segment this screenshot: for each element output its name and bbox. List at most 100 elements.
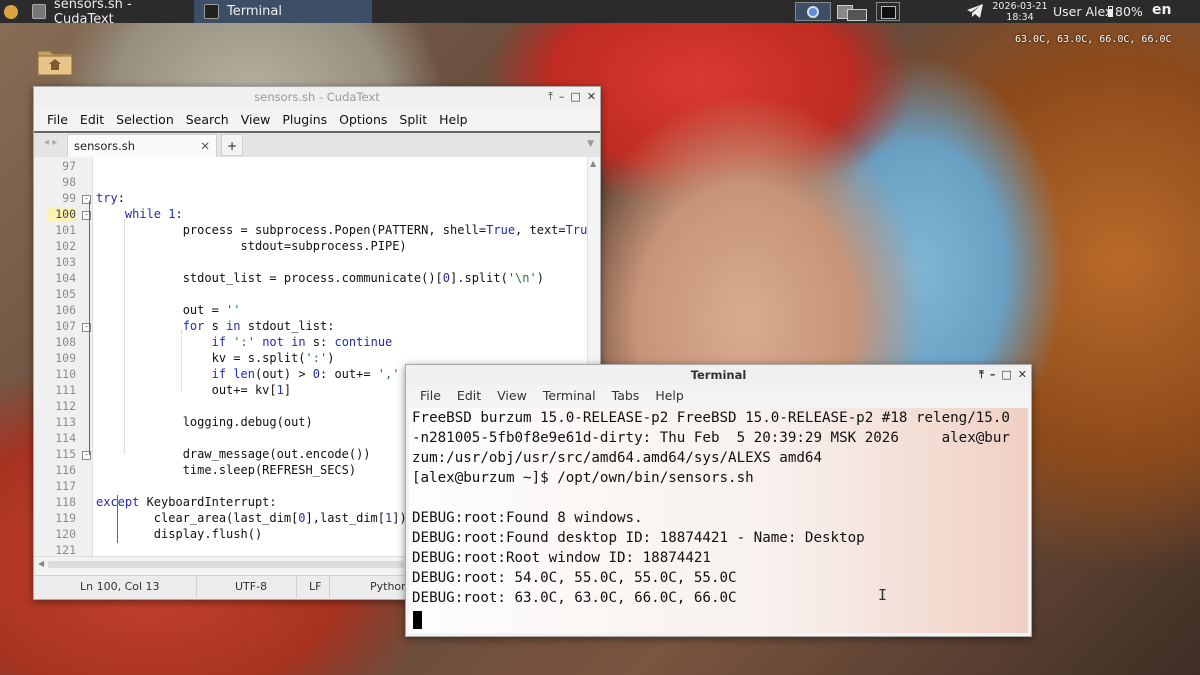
user-menu[interactable]: User Alex bbox=[1053, 4, 1112, 19]
line-number: 104 bbox=[55, 271, 76, 285]
home-folder-icon[interactable] bbox=[36, 45, 74, 77]
line-number: 113 bbox=[55, 415, 76, 429]
status-lexer[interactable]: Python bbox=[370, 576, 408, 598]
menu-help[interactable]: Help bbox=[647, 388, 692, 403]
cudatext-app-icon bbox=[32, 4, 46, 19]
menu-terminal[interactable]: Terminal bbox=[535, 388, 604, 403]
code-line: out+= kv[1] bbox=[96, 383, 292, 397]
menu-selection[interactable]: Selection bbox=[110, 112, 180, 127]
terminal-line: DEBUG:root: 63.0C, 63.0C, 66.0C, 66.0C bbox=[412, 590, 737, 606]
menu-edit[interactable]: Edit bbox=[449, 388, 489, 403]
telegram-icon[interactable] bbox=[966, 3, 984, 22]
taskbar-app-terminal[interactable]: Terminal bbox=[194, 0, 372, 23]
terminal-line: DEBUG:root:Found desktop ID: 18874421 - … bbox=[412, 530, 865, 546]
text-cursor-icon: I bbox=[878, 586, 888, 604]
line-number: 97 bbox=[62, 159, 76, 173]
line-number: 115 bbox=[55, 447, 76, 461]
tab-menu-chevron-icon[interactable]: ▼ bbox=[587, 139, 594, 149]
menu-view[interactable]: View bbox=[489, 388, 535, 403]
start-menu-button[interactable] bbox=[0, 0, 22, 23]
status-line-ending[interactable]: LF bbox=[309, 576, 321, 598]
cudatext-titlebar[interactable]: sensors.sh - CudaText ⤒ – □ ✕ bbox=[34, 87, 600, 107]
close-icon[interactable]: ✕ bbox=[1018, 365, 1027, 385]
tab-scroll-arrows-icon[interactable]: ◂ ▸ bbox=[44, 137, 57, 148]
line-number: 119 bbox=[55, 511, 76, 525]
line-number: 108 bbox=[55, 335, 76, 349]
taskbar: sensors.sh - CudaText Terminal 2026-03-2… bbox=[0, 0, 1200, 27]
battery-icon bbox=[1108, 6, 1113, 17]
menu-help[interactable]: Help bbox=[433, 112, 474, 127]
status-encoding[interactable]: UTF-8 bbox=[235, 576, 267, 598]
shade-icon[interactable]: ⤒ bbox=[979, 365, 984, 385]
line-number: 117 bbox=[55, 479, 76, 493]
code-line: if len(out) > 0: out+= ',' bbox=[211, 367, 400, 381]
line-number: 118 bbox=[55, 495, 76, 509]
code-line: display.flush() bbox=[96, 527, 263, 541]
close-icon[interactable]: ✕ bbox=[587, 87, 596, 107]
taskbar-app-label: sensors.sh - CudaText bbox=[53, 0, 132, 27]
clock-time: 18:34 bbox=[1006, 12, 1034, 23]
minimize-icon[interactable]: – bbox=[990, 365, 996, 385]
code-line: process = subprocess.Popen(PATTERN, shel… bbox=[96, 223, 600, 237]
tab-close-icon[interactable]: ✕ bbox=[200, 135, 210, 157]
line-number: 120 bbox=[55, 527, 76, 541]
new-tab-button[interactable]: + bbox=[221, 134, 243, 156]
menu-split[interactable]: Split bbox=[393, 112, 433, 127]
line-number: 112 bbox=[55, 399, 76, 413]
line-number: 103 bbox=[55, 255, 76, 269]
menu-options[interactable]: Options bbox=[333, 112, 393, 127]
line-number: 109 bbox=[55, 351, 76, 365]
terminal-prompt-line: [alex@burzum ~]$ /opt/own/bin/sensors.sh bbox=[412, 470, 754, 486]
menu-plugins[interactable]: Plugins bbox=[276, 112, 333, 127]
scroll-left-icon[interactable]: ◀ bbox=[38, 559, 44, 568]
code-line: for s in stdout_list: bbox=[182, 319, 335, 333]
status-position[interactable]: Ln 100, Col 13 bbox=[80, 576, 160, 598]
menu-search[interactable]: Search bbox=[180, 112, 235, 127]
code-line: out = '' bbox=[96, 303, 241, 317]
line-number: 105 bbox=[55, 287, 76, 301]
battery-indicator[interactable]: 80% bbox=[1108, 4, 1143, 19]
terminal-window: Terminal ⤒ – □ ✕ File Edit View Terminal… bbox=[405, 364, 1032, 637]
clock[interactable]: 2026-03-21 18:34 bbox=[989, 1, 1051, 23]
keyboard-layout[interactable]: en bbox=[1152, 2, 1171, 18]
workspace-pager[interactable] bbox=[835, 2, 871, 21]
taskbar-app-cudatext[interactable]: sensors.sh - CudaText bbox=[22, 0, 194, 27]
tab-label: sensors.sh bbox=[74, 139, 136, 153]
terminal-line: -n281005-5fb0f8e9e61d-dirty: Thu Feb 5 2… bbox=[412, 430, 1010, 446]
terminal-line: zum:/usr/obj/usr/src/amd64.amd64/sys/ALE… bbox=[412, 450, 822, 466]
maximize-icon[interactable]: □ bbox=[570, 87, 580, 107]
terminal-cursor bbox=[413, 611, 422, 629]
start-menu-icon bbox=[4, 4, 18, 19]
code-line: logging.debug(out) bbox=[96, 415, 313, 429]
chromium-icon bbox=[807, 6, 819, 18]
line-number: 116 bbox=[55, 463, 76, 477]
temperature-overlay: 63.0C, 63.0C, 66.0C, 66.0C bbox=[1015, 34, 1172, 45]
terminal-tray-icon bbox=[881, 6, 896, 19]
line-number: 99 bbox=[62, 191, 76, 205]
minimize-icon[interactable]: – bbox=[559, 87, 565, 107]
code-line: clear_area(last_dim[0],last_dim[1]) bbox=[96, 511, 407, 525]
cudatext-menubar: File Edit Selection Search View Plugins … bbox=[34, 107, 600, 133]
line-number: 110 bbox=[55, 367, 76, 381]
code-line: if ':' not in s: continue bbox=[211, 335, 393, 349]
code-line: time.sleep(REFRESH_SECS) bbox=[96, 463, 357, 477]
window-title: sensors.sh - CudaText bbox=[254, 90, 380, 104]
terminal-tray-button[interactable] bbox=[876, 2, 900, 21]
horizontal-scroll-thumb[interactable] bbox=[48, 561, 404, 568]
menu-file[interactable]: File bbox=[41, 112, 74, 127]
tab-bar: ◂ ▸ sensors.sh ✕ + ▼ bbox=[34, 133, 600, 158]
menu-tabs[interactable]: Tabs bbox=[604, 388, 648, 403]
fold-range-line bbox=[89, 201, 90, 455]
tab-sensors-sh[interactable]: sensors.sh ✕ bbox=[67, 134, 217, 157]
menu-edit[interactable]: Edit bbox=[74, 112, 110, 127]
line-number: 98 bbox=[62, 175, 76, 189]
terminal-output[interactable]: FreeBSD burzum 15.0-RELEASE-p2 FreeBSD 1… bbox=[409, 408, 1028, 633]
terminal-titlebar[interactable]: Terminal ⤒ – □ ✕ bbox=[406, 365, 1031, 385]
shade-icon[interactable]: ⤒ bbox=[548, 87, 553, 107]
chromium-tray-button[interactable] bbox=[795, 2, 831, 21]
code-line: draw_message(out.encode()) bbox=[96, 447, 371, 461]
menu-file[interactable]: File bbox=[412, 388, 449, 403]
scroll-up-icon[interactable]: ▲ bbox=[590, 159, 596, 168]
maximize-icon[interactable]: □ bbox=[1001, 365, 1011, 385]
menu-view[interactable]: View bbox=[235, 112, 277, 127]
